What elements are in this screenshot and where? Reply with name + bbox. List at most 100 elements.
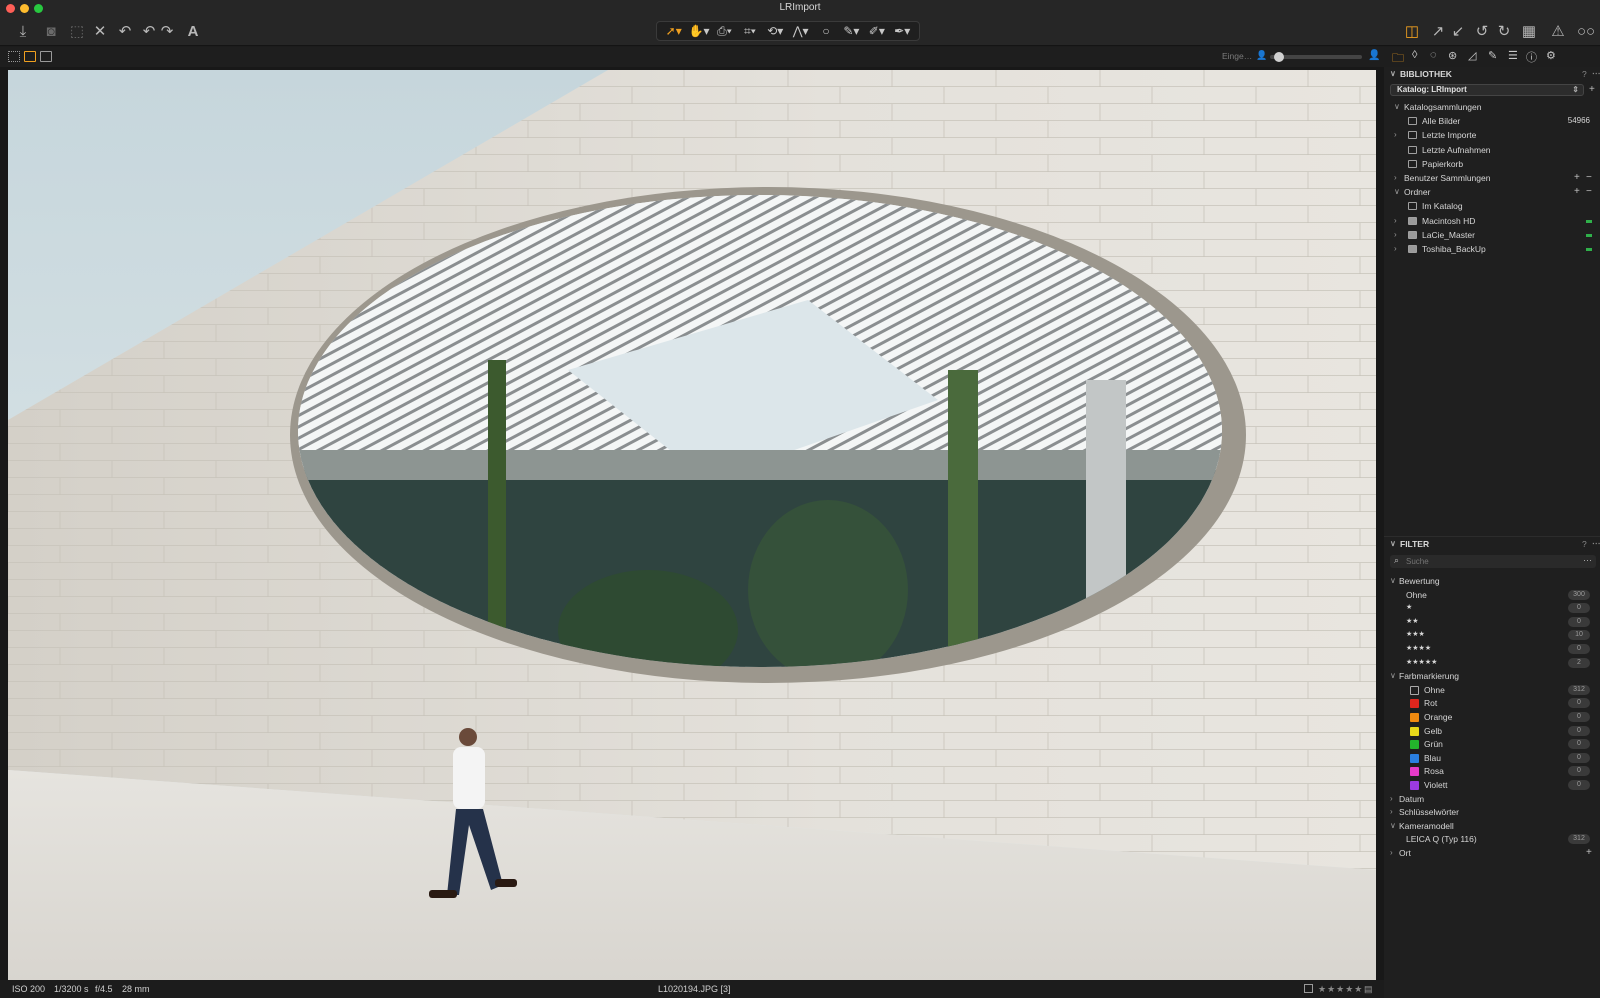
remove-icon[interactable]: − bbox=[1586, 171, 1592, 185]
filter-search-field[interactable]: ⌕ ⋯ bbox=[1390, 555, 1596, 568]
chevron-right-icon[interactable]: › bbox=[1390, 792, 1393, 806]
color-tab-icon[interactable]: ⊛ bbox=[1448, 49, 1457, 62]
rating-filter-item[interactable]: Ohne 300 bbox=[1384, 588, 1600, 602]
keystone-tool[interactable]: ⋀▾ bbox=[790, 22, 812, 40]
capture-tab-icon[interactable]: ◊ bbox=[1412, 49, 1417, 61]
details-tab-icon[interactable]: ✎ bbox=[1488, 49, 1497, 62]
collapse-icon[interactable]: ∨ bbox=[1390, 69, 1396, 78]
circle-tool[interactable]: ○ bbox=[815, 22, 837, 40]
more-icon[interactable]: ⋯ bbox=[1592, 538, 1600, 549]
rating-filter-group[interactable]: ∨ Bewertung bbox=[1384, 574, 1600, 588]
lens-tab-icon[interactable]: ◌ bbox=[1430, 49, 1437, 61]
color-filter-item[interactable]: Blau 0 bbox=[1384, 751, 1600, 765]
help-icon[interactable]: ? bbox=[1582, 539, 1587, 549]
chevron-right-icon[interactable]: › bbox=[1390, 846, 1393, 860]
folder-item[interactable]: › Macintosh HD bbox=[1384, 214, 1600, 228]
viewer-icon[interactable] bbox=[24, 51, 36, 62]
info-icon[interactable]: ▤ bbox=[1364, 984, 1373, 995]
rotate-left-icon[interactable]: ↺ bbox=[1474, 20, 1490, 42]
photo-image[interactable] bbox=[8, 70, 1376, 982]
folder-item[interactable]: Im Katalog bbox=[1384, 199, 1600, 213]
metadata-tab-icon[interactable]: ⓘ bbox=[1526, 49, 1537, 65]
color-filter-item[interactable]: Grün 0 bbox=[1384, 737, 1600, 751]
folder-item[interactable]: › Toshiba_BackUp bbox=[1384, 242, 1600, 256]
chevron-down-icon[interactable]: ∨ bbox=[1390, 669, 1396, 683]
exposure-tab-icon[interactable]: ◿ bbox=[1468, 49, 1476, 62]
color-filter-item[interactable]: Rosa 0 bbox=[1384, 764, 1600, 778]
rating-filter-item[interactable]: ★★★★ 0 bbox=[1384, 642, 1600, 656]
rating-filter-item[interactable]: ★★ 0 bbox=[1384, 615, 1600, 629]
export-icon[interactable]: ⬚ bbox=[68, 20, 86, 42]
chevron-down-icon[interactable]: ∨ bbox=[1394, 185, 1400, 199]
collection-item[interactable]: Alle Bilder 54966 bbox=[1384, 114, 1600, 128]
library-header[interactable]: ∨ BIBLIOTHEK ? ⋯ bbox=[1384, 67, 1600, 81]
rotate-right-icon[interactable]: ↻ bbox=[1496, 20, 1512, 42]
chevron-down-icon[interactable]: ∨ bbox=[1394, 100, 1400, 114]
warning-icon[interactable]: ⚠ bbox=[1550, 20, 1566, 42]
color-filter-item[interactable]: Orange 0 bbox=[1384, 710, 1600, 724]
camera-filter-group[interactable]: ∨ Kameramodell bbox=[1384, 819, 1600, 833]
text-icon[interactable]: A bbox=[184, 20, 202, 42]
catalog-select[interactable]: Katalog: LRImport ⇕ bbox=[1390, 84, 1584, 96]
date-filter-group[interactable]: › Datum bbox=[1384, 792, 1600, 806]
rating-filter-item[interactable]: ★★★ 10 bbox=[1384, 628, 1600, 642]
chevron-right-icon[interactable]: › bbox=[1390, 805, 1393, 819]
chevron-right-icon[interactable]: › bbox=[1394, 228, 1397, 242]
folder-item[interactable]: › LaCie_Master bbox=[1384, 228, 1600, 242]
glasses-icon[interactable]: ○○ bbox=[1574, 20, 1598, 42]
undo-icon[interactable]: ↶ bbox=[142, 20, 156, 42]
color-filter-item[interactable]: Violett 0 bbox=[1384, 778, 1600, 792]
location-filter-group[interactable]: › Ort + bbox=[1384, 846, 1600, 860]
add-icon[interactable]: + bbox=[1574, 185, 1580, 199]
adjustments-tab-icon[interactable]: ☰ bbox=[1508, 49, 1518, 62]
redo-icon[interactable]: ↷ bbox=[160, 20, 174, 42]
add-filter-icon[interactable]: + bbox=[1586, 846, 1592, 860]
camera-icon[interactable]: ◙ bbox=[42, 20, 60, 42]
zoom-slider-handle[interactable] bbox=[1274, 52, 1284, 62]
select-tool[interactable]: ➚▾ bbox=[663, 22, 685, 40]
collection-item[interactable]: Letzte Aufnahmen bbox=[1384, 143, 1600, 157]
pan-tool[interactable]: ✋▾ bbox=[688, 22, 710, 40]
chevron-right-icon[interactable]: › bbox=[1394, 214, 1397, 228]
chevron-right-icon[interactable]: › bbox=[1394, 128, 1397, 142]
more-icon[interactable]: ⋯ bbox=[1592, 68, 1600, 79]
chevron-right-icon[interactable]: › bbox=[1394, 242, 1397, 256]
add-icon[interactable]: + bbox=[1574, 171, 1580, 185]
rating-filter-item[interactable]: ★ 0 bbox=[1384, 601, 1600, 615]
rating-stars[interactable]: ★★★★★ bbox=[1318, 984, 1363, 995]
color-tag-box[interactable] bbox=[1304, 984, 1313, 993]
rating-filter-item[interactable]: ★★★★★ 2 bbox=[1384, 656, 1600, 670]
remove-icon[interactable]: − bbox=[1586, 185, 1592, 199]
keywords-filter-group[interactable]: › Schlüsselwörter bbox=[1384, 805, 1600, 819]
brush-tool[interactable]: ✎▾ bbox=[840, 22, 862, 40]
eraser-tool[interactable]: ✐▾ bbox=[866, 22, 888, 40]
color-filter-group[interactable]: ∨ Farbmarkierung bbox=[1384, 669, 1600, 683]
help-icon[interactable]: ? bbox=[1582, 69, 1587, 79]
collection-item[interactable]: › Letzte Importe bbox=[1384, 128, 1600, 142]
grid-view-icon[interactable] bbox=[8, 51, 20, 62]
fullscreen-icon[interactable]: ↗ bbox=[1430, 20, 1446, 42]
search-input[interactable] bbox=[1406, 556, 1576, 567]
color-filter-item[interactable]: Rot 0 bbox=[1384, 696, 1600, 710]
add-catalog-icon[interactable]: + bbox=[1589, 84, 1595, 95]
delete-icon[interactable]: ✕ bbox=[92, 20, 108, 42]
reset-icon[interactable]: ↶ bbox=[116, 20, 134, 42]
crop-tool[interactable]: ⌗▾ bbox=[739, 22, 761, 40]
color-filter-item[interactable]: Gelb 0 bbox=[1384, 724, 1600, 738]
zoom-slider[interactable] bbox=[1270, 52, 1362, 62]
chevron-down-icon[interactable]: ∨ bbox=[1390, 574, 1396, 588]
import-icon[interactable]: ⤓ bbox=[14, 20, 32, 42]
user-collections-group[interactable]: › Benutzer Sammlungen + − bbox=[1384, 171, 1600, 185]
picker-tool[interactable]: ✒▾ bbox=[891, 22, 913, 40]
layers-icon[interactable]: ◫ bbox=[1402, 20, 1422, 42]
chevron-down-icon[interactable]: ∨ bbox=[1390, 819, 1396, 833]
color-filter-item[interactable]: Ohne 312 bbox=[1384, 683, 1600, 697]
search-options-icon[interactable]: ⋯ bbox=[1583, 555, 1592, 566]
browser-viewer-icon[interactable] bbox=[40, 51, 52, 62]
chevron-right-icon[interactable]: › bbox=[1394, 171, 1397, 185]
catalog-collections-group[interactable]: ∨ Katalogsammlungen bbox=[1384, 100, 1600, 114]
settings-tab-icon[interactable]: ⚙ bbox=[1546, 49, 1556, 62]
filter-header[interactable]: ∨ FILTER ? ⋯ bbox=[1384, 536, 1600, 550]
collection-item[interactable]: Papierkorb bbox=[1384, 157, 1600, 171]
collapse-icon[interactable]: ∨ bbox=[1390, 539, 1396, 548]
